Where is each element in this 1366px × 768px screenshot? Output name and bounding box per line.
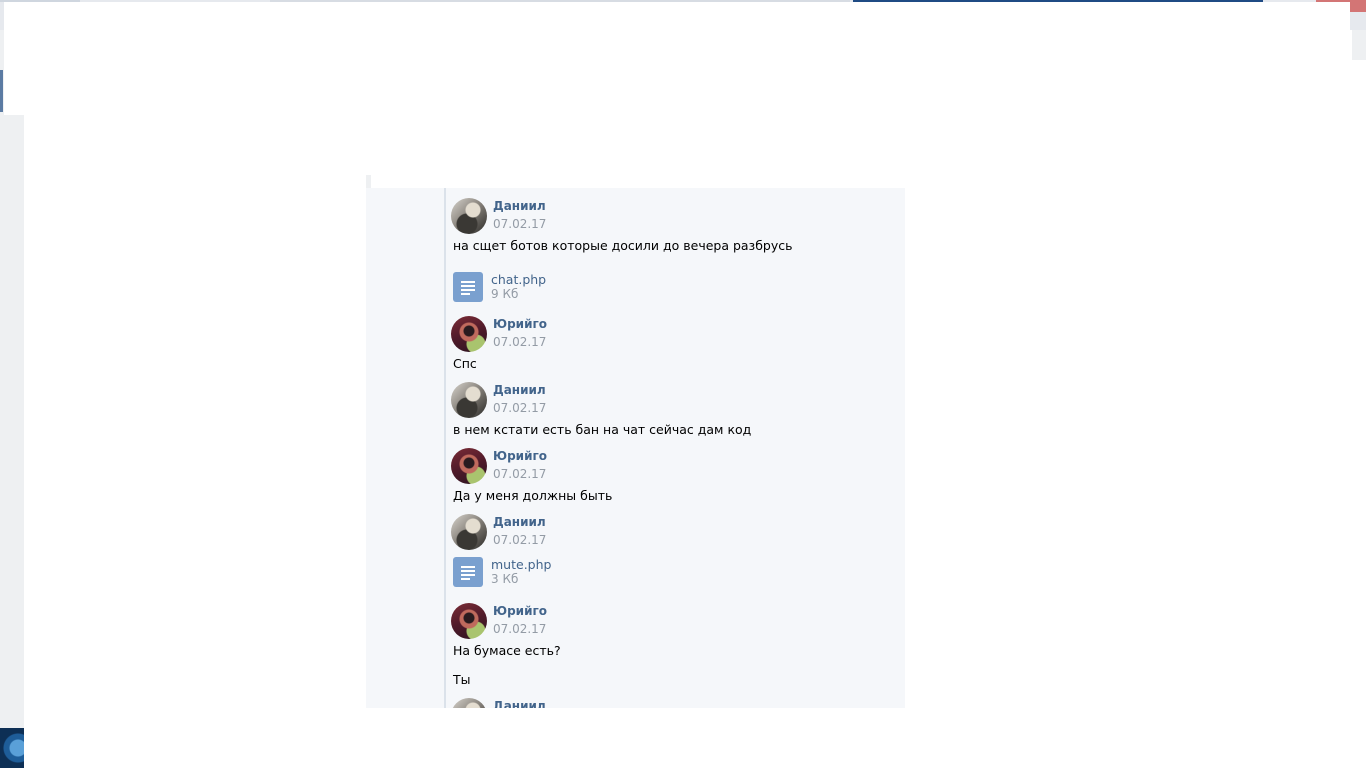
message-text: На бумасе есть?: [453, 643, 561, 658]
document-attachment[interactable]: chat.php 9 Кб: [453, 272, 753, 304]
author-name[interactable]: Юрийго: [493, 449, 547, 463]
message-date[interactable]: 07.02.17: [493, 335, 546, 349]
document-name[interactable]: mute.php: [491, 557, 551, 572]
background-right-strip: [1352, 30, 1366, 60]
panel-edge: [366, 175, 371, 188]
author-name[interactable]: Даниил: [493, 699, 546, 708]
forwarded-thread-line: [444, 188, 446, 708]
avatar[interactable]: [451, 448, 487, 484]
message-date[interactable]: 07.02.17: [493, 467, 546, 481]
message-date[interactable]: 07.02.17: [493, 217, 546, 231]
chat-history-panel: Даниил 07.02.17 на сщет ботов которые до…: [366, 188, 905, 708]
blank-overlay: [4, 2, 1350, 115]
avatar[interactable]: [451, 603, 487, 639]
avatar[interactable]: [451, 316, 487, 352]
message-date[interactable]: 07.02.17: [493, 401, 546, 415]
message-date[interactable]: 07.02.17: [493, 622, 546, 636]
author-name[interactable]: Даниил: [493, 383, 546, 397]
author-name[interactable]: Юрийго: [493, 317, 547, 331]
author-name[interactable]: Даниил: [493, 199, 546, 213]
start-button[interactable]: [0, 728, 24, 768]
document-attachment[interactable]: mute.php 3 Кб: [453, 557, 753, 589]
message-date[interactable]: 07.02.17: [493, 533, 546, 547]
message-text: Ты: [453, 672, 471, 687]
background-tab-marker: [0, 70, 3, 112]
document-size: 3 Кб: [491, 572, 519, 586]
document-name[interactable]: chat.php: [491, 272, 546, 287]
document-icon[interactable]: [453, 272, 483, 302]
avatar[interactable]: [451, 514, 487, 550]
avatar[interactable]: [451, 698, 487, 708]
avatar[interactable]: [451, 198, 487, 234]
background-left-strip: [0, 30, 24, 768]
author-name[interactable]: Даниил: [493, 515, 546, 529]
message-text: Да у меня должны быть: [453, 488, 613, 503]
message-text: Спс: [453, 356, 477, 371]
avatar[interactable]: [451, 382, 487, 418]
message-text: на сщет ботов которые досили до вечера р…: [453, 238, 793, 253]
document-size: 9 Кб: [491, 287, 519, 301]
message-text: в нем кстати есть бан на чат сейчас дам …: [453, 422, 752, 437]
author-name[interactable]: Юрийго: [493, 604, 547, 618]
document-icon[interactable]: [453, 557, 483, 587]
